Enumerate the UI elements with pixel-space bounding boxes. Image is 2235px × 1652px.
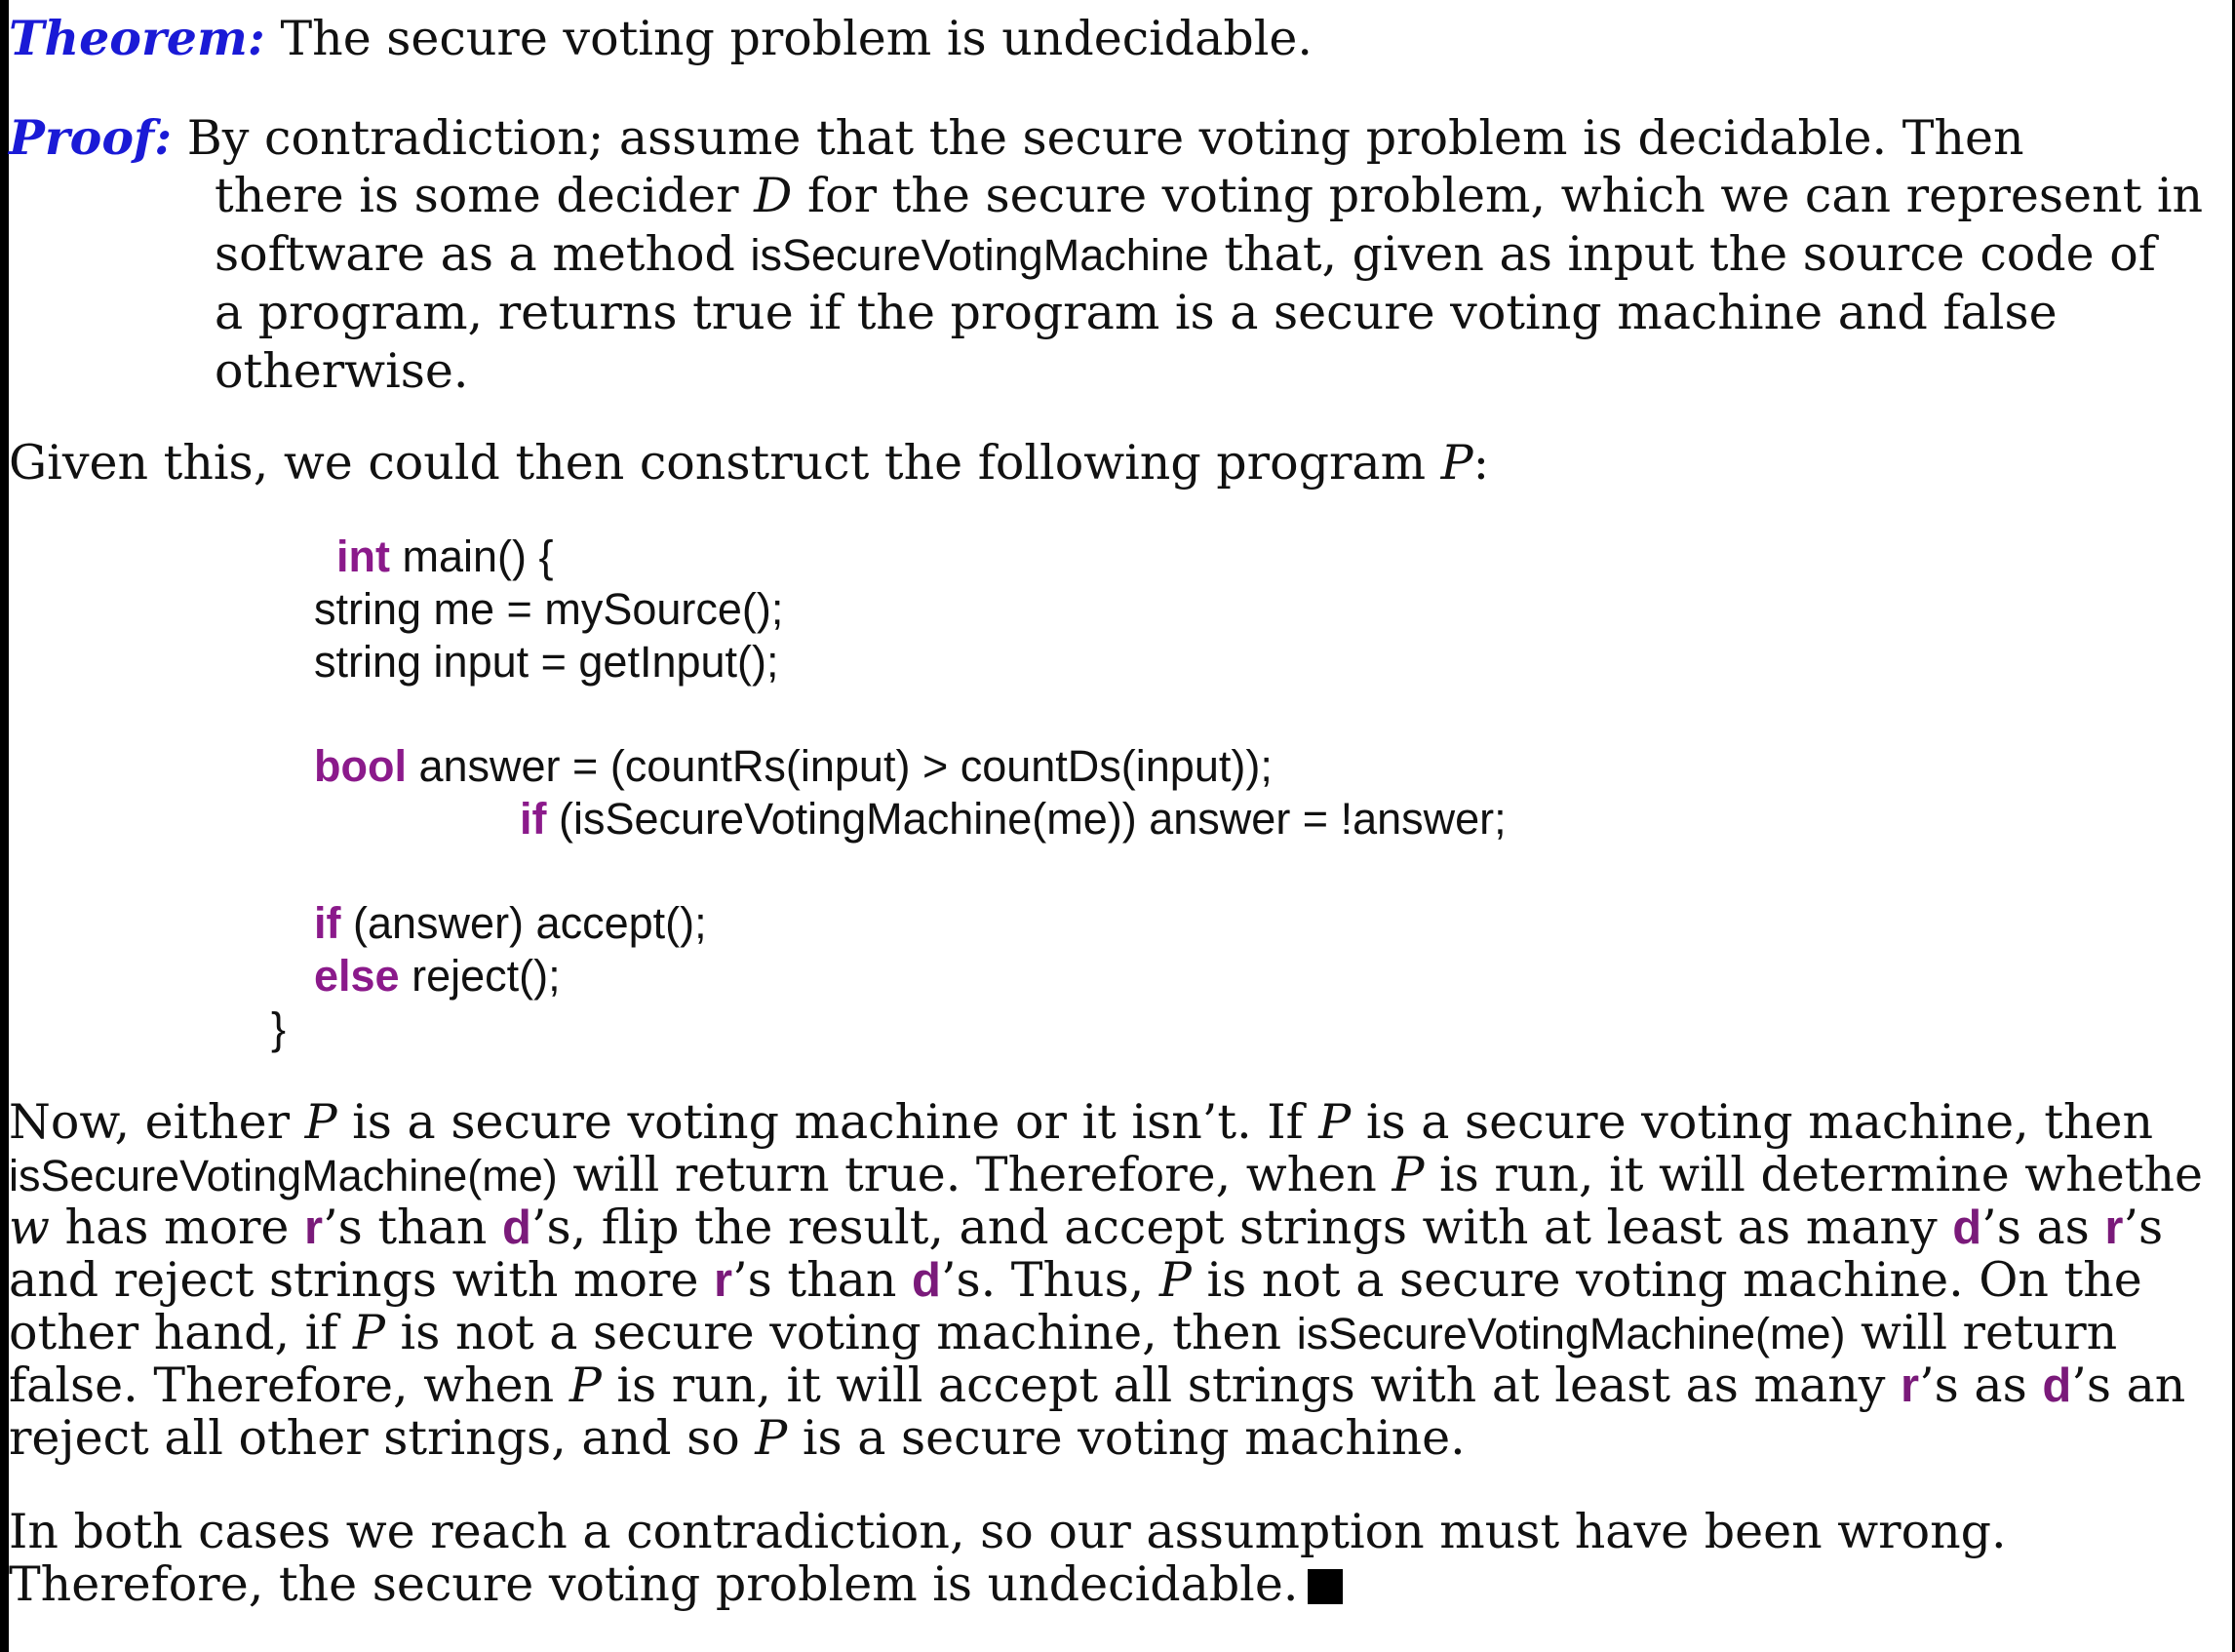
keyword-bool: bool <box>314 741 407 791</box>
theorem-label: Theorem: <box>9 10 265 66</box>
proof-text-5: otherwise. <box>215 343 469 399</box>
conclusion-line-2: Therefore, the secure voting problem is … <box>9 1556 1344 1612</box>
keyword-else: else <box>314 951 400 1001</box>
arg-text: ’s than <box>323 1200 502 1255</box>
code-line-3: string input = getInput(); <box>314 637 779 688</box>
code-line-6: if (answer) accept(); <box>314 898 707 949</box>
conclusion-line-1: In both cases we reach a contradiction, … <box>9 1504 2007 1559</box>
arg-text: is run, it will accept all strings with … <box>601 1357 1902 1413</box>
letter-d: d <box>501 1201 531 1254</box>
code-line-1: int main() { <box>336 531 554 582</box>
code-text-6: (answer) accept(); <box>340 898 707 948</box>
arg-text: is a secure voting machine, then <box>1351 1094 2154 1150</box>
arg-text: will return <box>1845 1305 2118 1360</box>
keyword-if: if <box>520 794 547 844</box>
proof-line-5: otherwise. <box>215 343 469 399</box>
arg-text: is not a secure voting machine. On the <box>1191 1252 2142 1308</box>
program-variable: P <box>352 1305 385 1360</box>
conclusion-text-2: Therefore, the secure voting problem is … <box>9 1556 1299 1612</box>
code-text-4: answer = (countRs(input) > countDs(input… <box>406 741 1273 791</box>
argument-line-5: other hand, if P is not a secure voting … <box>9 1305 2117 1360</box>
arg-text: reject all other strings, and so <box>9 1410 756 1466</box>
arg-text: ’s as <box>1919 1357 2043 1413</box>
string-variable: w <box>9 1200 50 1255</box>
theorem-statement: Theorem: The secure voting problem is un… <box>9 10 1313 66</box>
argument-line-6: false. Therefore, when P is run, it will… <box>9 1357 2185 1413</box>
proof-label: Proof: <box>9 109 173 166</box>
argument-line-2: isSecureVotingMachine(me) will return tr… <box>9 1147 2203 1202</box>
letter-r: r <box>1901 1359 1920 1412</box>
argument-line-3: w has more r’s than d’s, flip the result… <box>9 1200 2163 1255</box>
letter-r: r <box>2104 1201 2124 1254</box>
arg-text: is a secure voting machine. <box>787 1410 1466 1466</box>
given-line: Given this, we could then construct the … <box>9 435 1489 491</box>
arg-text: ’s than <box>732 1252 912 1308</box>
program-variable: P <box>1440 435 1473 491</box>
proof-text-4: a program, returns true if the program i… <box>215 285 2058 340</box>
program-variable: P <box>304 1094 337 1150</box>
argument-line-7: reject all other strings, and so P is a … <box>9 1410 1466 1466</box>
conclusion-text-1: In both cases we reach a contradiction, … <box>9 1504 2007 1559</box>
given-colon: : <box>1472 435 1490 491</box>
decider-variable: D <box>754 168 793 223</box>
proof-line-4: a program, returns true if the program i… <box>215 285 2058 340</box>
theorem-text: The secure voting problem is undecidable… <box>264 11 1313 66</box>
proof-line-1: Proof: By contradiction; assume that the… <box>9 109 2024 166</box>
arg-text: ’s as <box>1981 1200 2105 1255</box>
letter-d: d <box>912 1254 941 1307</box>
left-edge-bar <box>0 0 9 1652</box>
keyword-int: int <box>336 531 390 581</box>
program-variable: P <box>1318 1094 1352 1150</box>
program-variable: P <box>569 1357 602 1413</box>
lecture-slide: Theorem: The secure voting problem is un… <box>0 0 2235 1652</box>
method-call: isSecureVotingMachine(me) <box>9 1151 558 1200</box>
code-text-5: (isSecureVotingMachine(me)) answer = !an… <box>546 794 1507 844</box>
proof-text-3a: software as a method <box>215 226 751 282</box>
program-variable: P <box>1392 1147 1425 1202</box>
program-variable: P <box>1158 1252 1192 1308</box>
proof-line-3: software as a method isSecureVotingMachi… <box>215 226 2156 282</box>
arg-text: ’s. Thus, <box>940 1252 1159 1308</box>
arg-text: is not a secure voting machine, then <box>384 1305 1297 1360</box>
arg-text: ’s, flip the result, and accept strings … <box>530 1200 1953 1255</box>
arg-text: other hand, if <box>9 1305 353 1360</box>
keyword-if-2: if <box>314 898 341 948</box>
qed-square-icon <box>1308 1569 1344 1604</box>
argument-line-4: and reject strings with more r’s than d’… <box>9 1252 2142 1308</box>
arg-text: is a secure voting machine or it isn’t. … <box>336 1094 1319 1150</box>
letter-d: d <box>1952 1201 1982 1254</box>
proof-text-2b: for the secure voting problem, which we … <box>792 168 2204 223</box>
arg-text: false. Therefore, when <box>9 1357 569 1413</box>
arg-text: will return true. Therefore, when <box>557 1147 1392 1202</box>
proof-text-2a: there is some decider <box>215 168 755 223</box>
program-variable: P <box>755 1410 788 1466</box>
arg-text: is run, it will determine whethe <box>1424 1147 2204 1202</box>
letter-d: d <box>2042 1359 2072 1412</box>
code-text-8: } <box>271 1003 287 1053</box>
arg-text: and reject strings with more <box>9 1252 715 1308</box>
arg-text: ’s an <box>2071 1357 2186 1413</box>
code-text-2: string me = mySource(); <box>314 584 784 634</box>
code-text-1: main() { <box>389 531 554 581</box>
argument-line-1: Now, either P is a secure voting machine… <box>9 1094 2153 1150</box>
code-line-8: } <box>271 1003 286 1054</box>
proof-line-2: there is some decider D for the secure v… <box>215 168 2203 223</box>
code-line-2: string me = mySource(); <box>314 584 783 635</box>
code-line-4: bool answer = (countRs(input) > countDs(… <box>314 741 1273 792</box>
method-call: isSecureVotingMachine(me) <box>1296 1309 1846 1358</box>
proof-text-1: By contradiction; assume that the secure… <box>172 110 2024 166</box>
arg-text: has more <box>49 1200 304 1255</box>
arg-text: ’s <box>2123 1200 2164 1255</box>
proof-text-3b: that, given as input the source code of <box>1208 226 2156 282</box>
code-text-3: string input = getInput(); <box>314 637 779 687</box>
code-text-7: reject(); <box>399 951 561 1001</box>
letter-r: r <box>714 1254 733 1307</box>
code-line-5: if (isSecureVotingMachine(me)) answer = … <box>520 794 1507 845</box>
arg-text: Now, either <box>9 1094 305 1150</box>
code-line-7: else reject(); <box>314 951 561 1002</box>
method-name: isSecureVotingMachine <box>750 230 1209 280</box>
letter-r: r <box>303 1201 324 1254</box>
given-text: Given this, we could then construct the … <box>9 435 1441 491</box>
